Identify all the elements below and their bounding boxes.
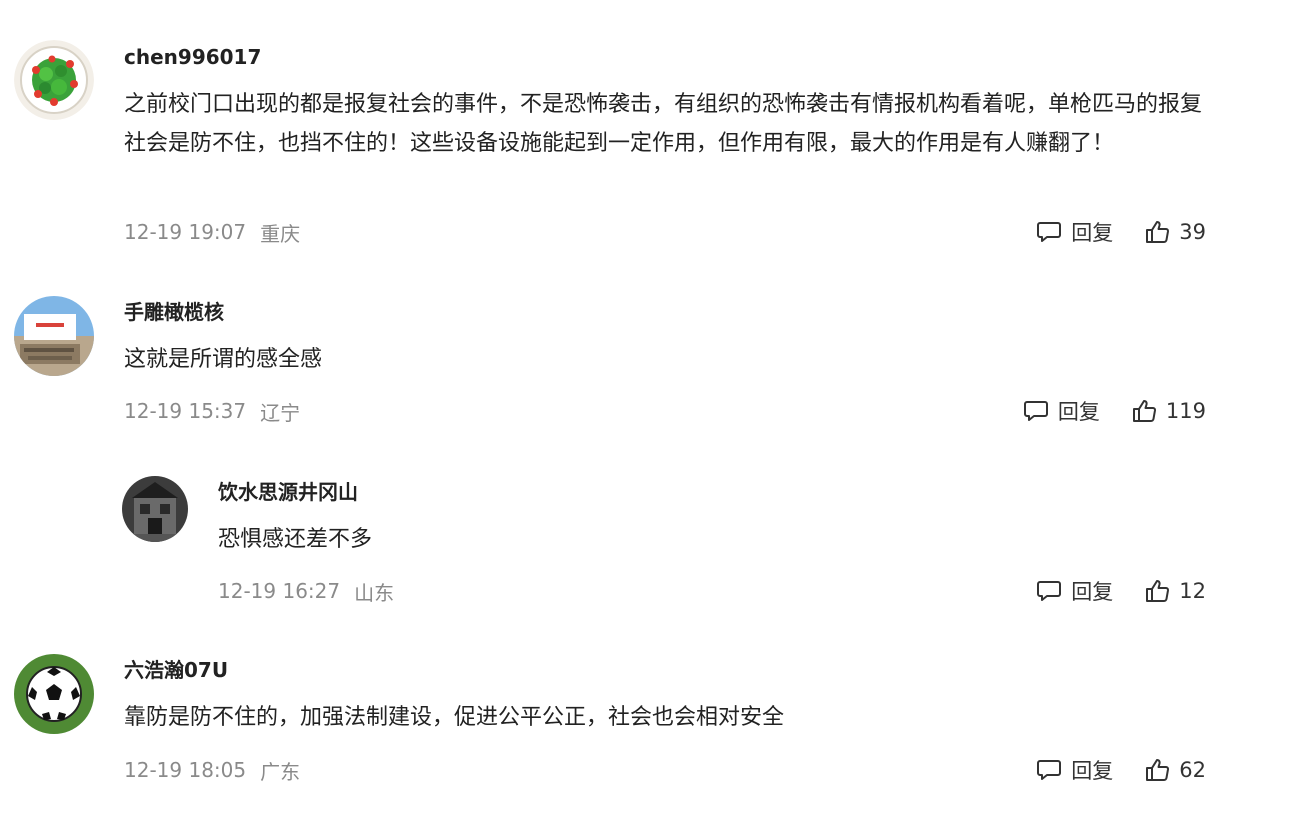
reply-label: 回复 bbox=[1071, 759, 1114, 783]
location: 辽宁 bbox=[260, 400, 301, 425]
comment-body: 手雕橄榄核 这就是所谓的感全感 bbox=[124, 298, 1206, 379]
building-dark-avatar-icon bbox=[122, 476, 188, 542]
comment-meta: 12-19 18:05 广东 回复 62 bbox=[124, 754, 1206, 786]
avatar[interactable] bbox=[14, 40, 94, 120]
building-photo-avatar-icon bbox=[14, 296, 94, 376]
username[interactable]: 六浩瀚07U bbox=[124, 656, 1206, 684]
comment-item: 手雕橄榄核 这就是所谓的感全感 12-19 15:37 辽宁 回复 119 bbox=[0, 290, 1304, 440]
comment-bubble-icon bbox=[1035, 218, 1063, 246]
comment-bubble-icon bbox=[1022, 397, 1050, 425]
username[interactable]: chen996017 bbox=[124, 43, 1206, 71]
green-salad-avatar-icon bbox=[14, 40, 94, 120]
location: 广东 bbox=[260, 759, 301, 784]
comment-meta: 12-19 16:27 山东 回复 12 bbox=[218, 575, 1206, 607]
comment-text: 靠防是防不住的，加强法制建设，促进公平公正，社会也会相对安全 bbox=[124, 705, 785, 730]
thumbs-up-icon bbox=[1143, 577, 1171, 605]
thumbs-up-icon bbox=[1130, 397, 1158, 425]
comment-actions: 回复 119 bbox=[1022, 396, 1206, 426]
comment-body: 六浩瀚07U 靠防是防不住的，加强法制建设，促进公平公正，社会也会相对安全 bbox=[124, 656, 1206, 737]
username[interactable]: 手雕橄榄核 bbox=[124, 298, 1206, 326]
like-count: 119 bbox=[1165, 399, 1206, 423]
reply-button[interactable]: 回复 bbox=[1022, 396, 1100, 426]
avatar[interactable] bbox=[14, 654, 94, 734]
comment-item: chen996017 之前校门口出现的都是报复社会的事件，不是恐怖袭击，有组织的… bbox=[0, 0, 1304, 260]
username[interactable]: 饮水思源井冈山 bbox=[218, 478, 1206, 506]
avatar[interactable] bbox=[14, 296, 94, 376]
comment-actions: 回复 62 bbox=[1035, 755, 1206, 785]
comment-text: 恐惧感还差不多 bbox=[218, 527, 373, 552]
reply-label: 回复 bbox=[1057, 400, 1100, 424]
comment-list: chen996017 之前校门口出现的都是报复社会的事件，不是恐怖袭击，有组织的… bbox=[0, 0, 1304, 822]
comment-text: 之前校门口出现的都是报复社会的事件，不是恐怖袭击，有组织的恐怖袭击有情报机构看着… bbox=[124, 92, 1203, 156]
comment-bubble-icon bbox=[1035, 756, 1063, 784]
reply-label: 回复 bbox=[1071, 580, 1114, 604]
like-button[interactable]: 62 bbox=[1143, 756, 1206, 784]
reply-item: 饮水思源井冈山 恐惧感还差不多 12-19 16:27 山东 回复 12 bbox=[0, 470, 1304, 620]
comment-bubble-icon bbox=[1035, 577, 1063, 605]
reply-button[interactable]: 回复 bbox=[1035, 755, 1113, 785]
comment-text: 这就是所谓的感全感 bbox=[124, 347, 323, 372]
timestamp: 12-19 19:07 bbox=[124, 220, 247, 244]
like-button[interactable]: 12 bbox=[1143, 577, 1206, 605]
comment-meta: 12-19 15:37 辽宁 回复 119 bbox=[124, 395, 1206, 427]
comment-item: 六浩瀚07U 靠防是防不住的，加强法制建设，促进公平公正，社会也会相对安全 12… bbox=[0, 650, 1304, 800]
timestamp: 12-19 15:37 bbox=[124, 399, 247, 423]
thumbs-up-icon bbox=[1143, 756, 1171, 784]
like-count: 12 bbox=[1179, 579, 1206, 603]
comment-actions: 回复 39 bbox=[1035, 217, 1206, 247]
like-count: 62 bbox=[1179, 758, 1206, 782]
comment-actions: 回复 12 bbox=[1035, 576, 1206, 606]
soccer-ball-avatar-icon bbox=[14, 654, 94, 734]
reply-button[interactable]: 回复 bbox=[1035, 576, 1113, 606]
timestamp: 12-19 18:05 bbox=[124, 758, 247, 782]
avatar[interactable] bbox=[122, 476, 188, 542]
comment-body: 饮水思源井冈山 恐惧感还差不多 bbox=[218, 478, 1206, 559]
like-count: 39 bbox=[1179, 220, 1206, 244]
location: 山东 bbox=[354, 580, 395, 605]
like-button[interactable]: 119 bbox=[1130, 397, 1206, 425]
location: 重庆 bbox=[260, 221, 301, 246]
reply-button[interactable]: 回复 bbox=[1035, 217, 1113, 247]
timestamp: 12-19 16:27 bbox=[218, 579, 341, 603]
thumbs-up-icon bbox=[1143, 218, 1171, 246]
comment-meta: 12-19 19:07 重庆 回复 39 bbox=[124, 216, 1206, 248]
reply-label: 回复 bbox=[1071, 221, 1114, 245]
like-button[interactable]: 39 bbox=[1143, 218, 1206, 246]
comment-body: chen996017 之前校门口出现的都是报复社会的事件，不是恐怖袭击，有组织的… bbox=[124, 43, 1206, 163]
